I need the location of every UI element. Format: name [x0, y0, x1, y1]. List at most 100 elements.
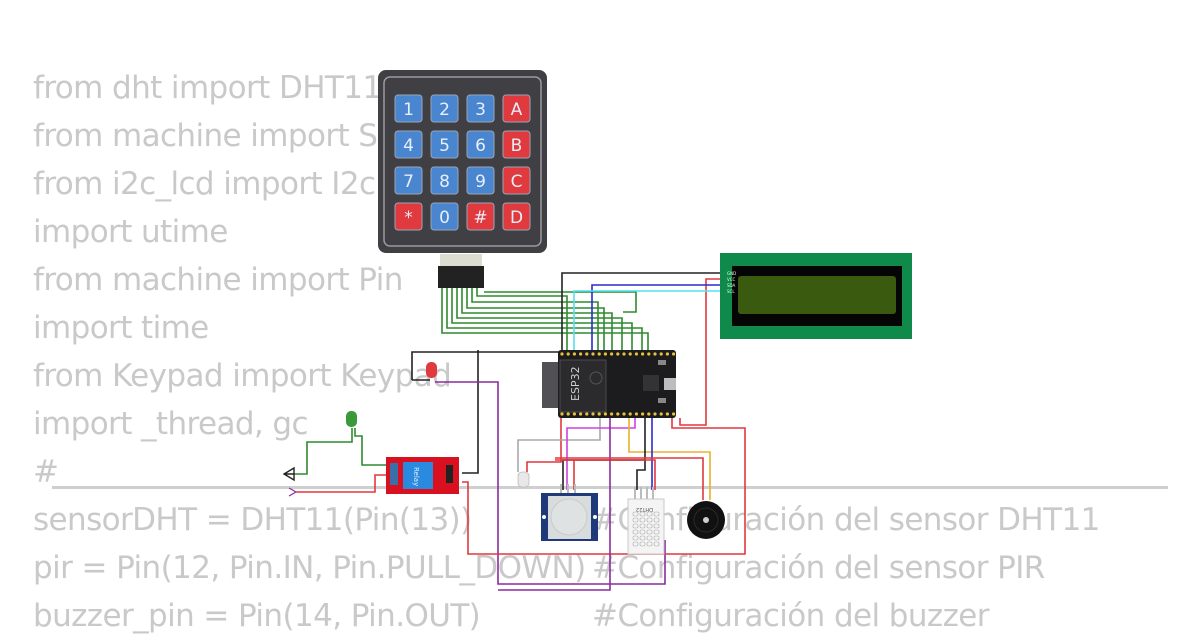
green-led-wire	[354, 428, 388, 466]
buzzer	[687, 501, 725, 539]
relay-terminal	[390, 463, 398, 485]
pir-pin	[567, 484, 569, 494]
wire	[566, 418, 636, 490]
keypad-key-label: A	[511, 100, 523, 120]
esp32-pin	[634, 412, 639, 416]
relay-header	[446, 465, 453, 483]
keypad-connector	[438, 266, 484, 288]
power-icon	[288, 487, 297, 497]
red-led	[426, 362, 437, 378]
esp32-pin	[566, 412, 570, 416]
keypad-key-label: 6	[475, 136, 486, 156]
esp32-pin	[628, 412, 632, 416]
led-body	[346, 411, 357, 427]
pir-lens	[550, 498, 588, 536]
pir-hole	[542, 515, 546, 519]
pir-pin	[574, 484, 576, 494]
lcd-display: GND VCC SDA SCL	[720, 253, 912, 339]
lcd-pin-label: SCL	[727, 289, 735, 294]
esp32-pin	[653, 352, 657, 356]
esp32-chip	[643, 375, 659, 391]
wire	[451, 288, 633, 350]
esp32-pin	[647, 352, 651, 356]
esp32-pin	[659, 352, 663, 356]
esp32-pin	[610, 412, 614, 416]
esp32-pin	[659, 412, 663, 416]
wire	[466, 288, 605, 350]
esp32-pin	[597, 412, 601, 416]
wire	[526, 418, 562, 472]
dht-pin	[640, 487, 642, 499]
relay-red-wire	[296, 474, 388, 493]
keypad-wires	[441, 288, 649, 350]
keypad-key-label: 1	[403, 100, 414, 120]
esp32-pin	[597, 352, 601, 356]
esp32-pin	[634, 352, 639, 356]
wire	[517, 418, 601, 472]
esp32-board: ESP32	[542, 350, 676, 418]
esp32-pin	[610, 352, 614, 356]
en-button	[658, 398, 666, 403]
dht-label: DHT22	[636, 506, 653, 512]
keypad-key-label: 8	[439, 172, 450, 192]
dht-pin	[652, 487, 654, 499]
keypad-key-label: 3	[475, 100, 486, 120]
esp32-pin	[579, 412, 583, 416]
esp32-pin	[603, 412, 608, 416]
keypad-key-label: B	[511, 136, 523, 156]
dht-pin	[646, 487, 648, 499]
buzzer-center	[703, 517, 709, 523]
esp32-pin	[591, 352, 595, 356]
esp32-pin	[665, 352, 670, 356]
keypad-key-label: C	[511, 172, 523, 192]
wire	[461, 288, 613, 350]
keypad-key-label: D	[510, 208, 523, 228]
wire	[476, 288, 568, 350]
lcd-vcc-wire	[679, 278, 724, 426]
esp32-pin	[616, 412, 620, 416]
relay-module: Relay	[386, 457, 459, 494]
esp32-pin	[628, 352, 632, 356]
keypad-key-label: 5	[439, 136, 450, 156]
pir-hole	[593, 515, 597, 519]
green-led	[346, 411, 357, 427]
green-led-wire	[294, 428, 353, 475]
esp32-pin	[647, 412, 651, 416]
relay-gnd-wire	[462, 350, 479, 474]
wire	[441, 288, 649, 350]
usb-port	[664, 378, 676, 390]
esp32-pin	[622, 352, 626, 356]
wire	[636, 460, 646, 490]
dht-sensor: DHT22	[627, 487, 665, 555]
relay-label: Relay	[412, 467, 420, 486]
esp32-pin	[603, 352, 608, 356]
esp32-pin	[560, 352, 564, 356]
esp32-pin	[585, 352, 589, 356]
esp32-pin	[672, 352, 676, 356]
keypad-key-label: 7	[403, 172, 414, 192]
esp32-pin	[641, 352, 645, 356]
esp32-pin	[585, 412, 589, 416]
esp32-pin	[566, 352, 570, 356]
esp32-pin	[591, 412, 595, 416]
boot-button	[658, 360, 666, 365]
pir-pin	[560, 484, 562, 494]
keypad-key-label: 9	[475, 172, 486, 192]
led-body	[426, 362, 437, 378]
keypad-key-label: *	[404, 208, 413, 228]
keypad-key-label: 2	[439, 100, 450, 120]
lcd-pin-label: GND	[727, 271, 736, 276]
pir-sensor	[541, 484, 598, 541]
keypad[interactable]: 1 2 3 A 4 5 6 B 7 8 9 C * 0 # D	[378, 70, 547, 288]
keypad-key-label: 0	[439, 208, 450, 228]
esp32-pin	[672, 412, 676, 416]
esp32-pin	[572, 412, 577, 416]
keypad-ribbon	[440, 254, 482, 266]
esp32-pin	[665, 412, 670, 416]
esp32-label: ESP32	[569, 366, 582, 401]
keypad-key-label: 4	[403, 136, 414, 156]
esp32-pin	[579, 352, 583, 356]
circuit-diagram: 1 2 3 A 4 5 6 B 7 8 9 C * 0 # D GND VCC SDA SCL ESP32	[282, 70, 912, 591]
lcd-pin-label: SDA	[727, 283, 736, 288]
wires	[294, 272, 746, 591]
